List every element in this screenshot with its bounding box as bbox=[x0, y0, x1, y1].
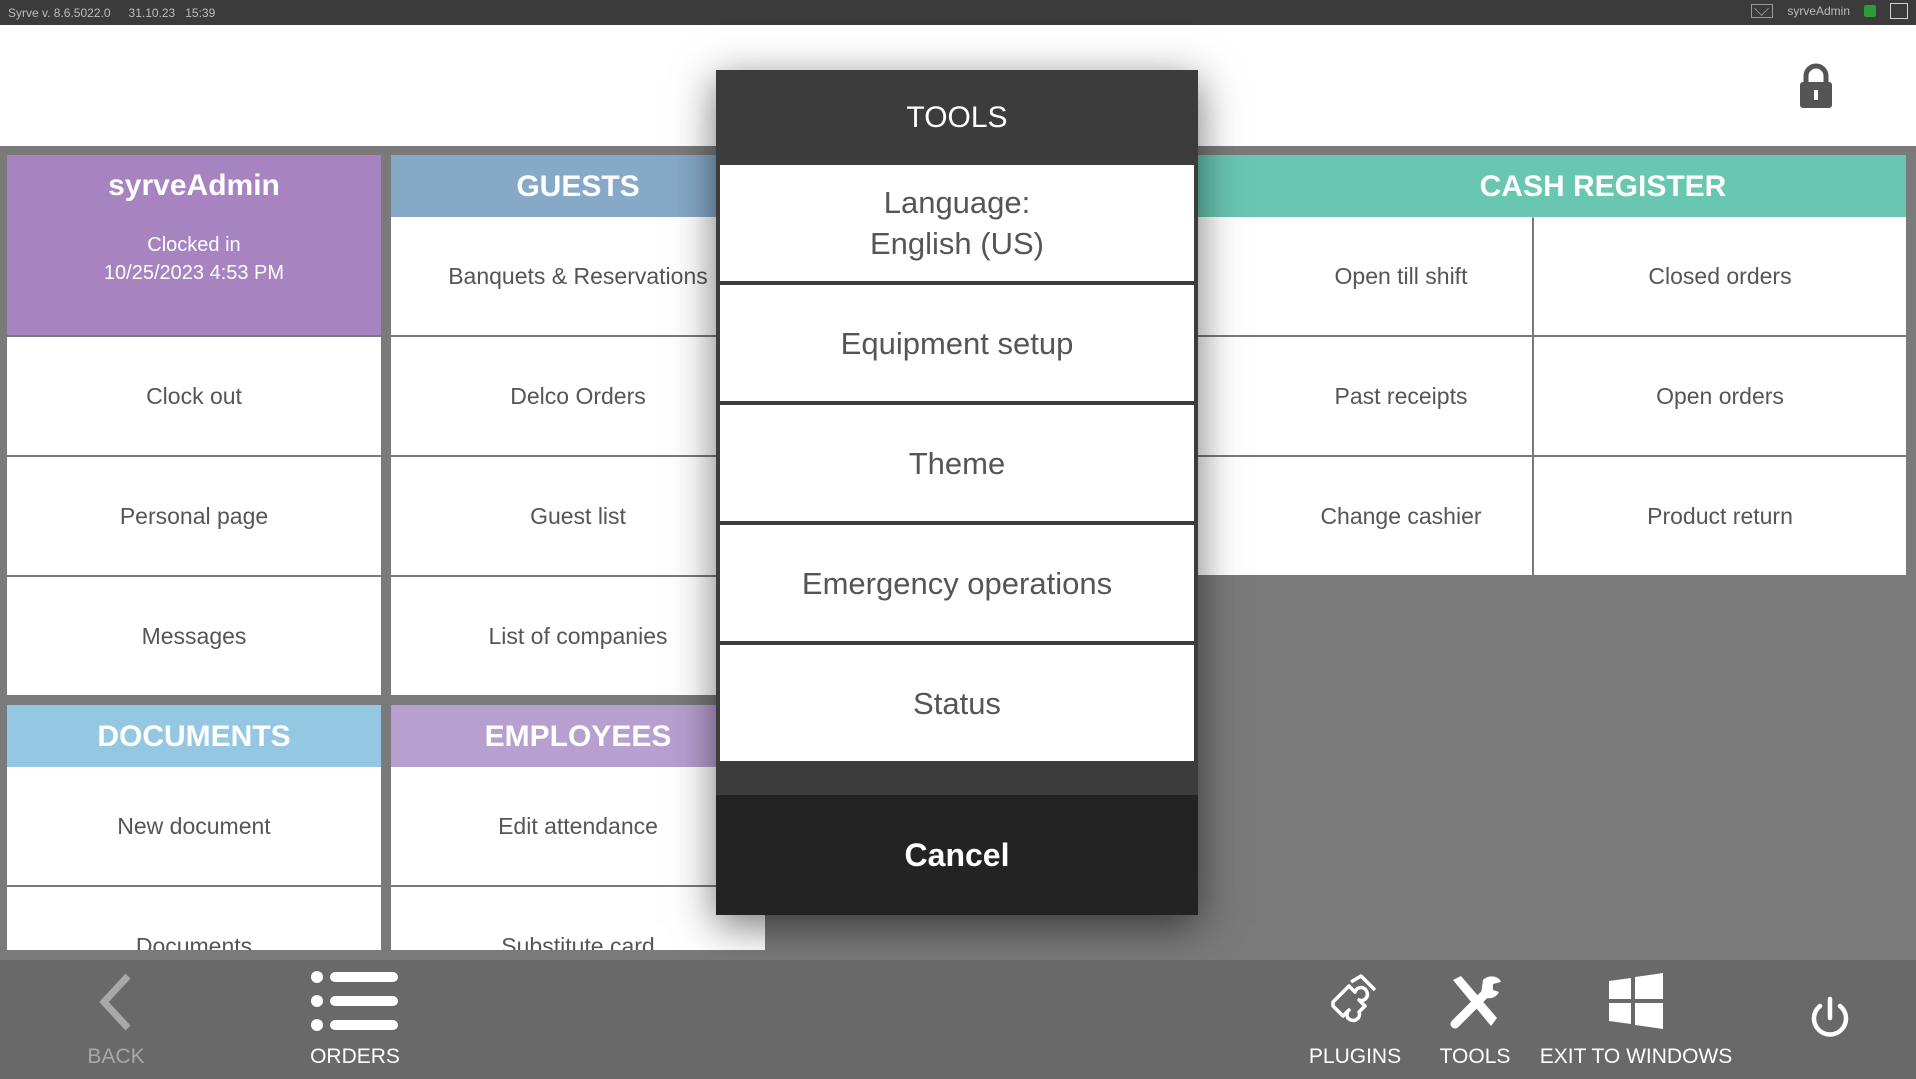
time-text: 15:39 bbox=[185, 6, 216, 20]
documents-header: DOCUMENTS bbox=[7, 705, 381, 768]
back-label: BACK bbox=[87, 1045, 145, 1068]
status-user: syrveAdmin bbox=[1787, 4, 1850, 18]
open-till-shift-button[interactable]: Open till shift bbox=[1160, 217, 1532, 335]
closed-orders-button[interactable]: Closed orders bbox=[1534, 217, 1906, 335]
cash-register-header: CASH REGISTER bbox=[1160, 155, 1906, 218]
clocked-in-time: 10/25/2023 4:53 PM bbox=[103, 262, 285, 284]
connection-status-icon bbox=[1864, 5, 1876, 17]
lock-icon[interactable] bbox=[1798, 63, 1834, 109]
list-of-companies-button[interactable]: List of companies bbox=[391, 577, 765, 695]
tools-label: TOOLS bbox=[1439, 1045, 1511, 1068]
clocked-in-label: Clocked in bbox=[147, 234, 241, 256]
equipment-setup-button[interactable]: Equipment setup bbox=[720, 285, 1194, 401]
orders-button[interactable]: ORDERS bbox=[300, 960, 410, 1079]
substitute-card-button[interactable]: Substitute card bbox=[391, 887, 765, 950]
windows-icon bbox=[1609, 973, 1663, 1029]
cancel-button[interactable]: Cancel bbox=[716, 795, 1198, 915]
version-text: Syrve v. 8.6.5022.0 bbox=[8, 6, 111, 20]
delco-orders-button[interactable]: Delco Orders bbox=[391, 337, 765, 455]
clock-out-button[interactable]: Clock out bbox=[7, 337, 381, 455]
bottom-toolbar: BACK ORDERS PLUGINS TOOLS EXIT TO WINDOW… bbox=[0, 960, 1916, 1079]
user-tile-header: syrveAdmin Clocked in 10/25/2023 4:53 PM bbox=[7, 155, 381, 335]
messages-button[interactable]: Messages bbox=[7, 577, 381, 695]
employees-header: EMPLOYEES bbox=[391, 705, 765, 768]
status-bar: Syrve v. 8.6.5022.0 31.10.23 15:39 syrve… bbox=[0, 0, 1916, 25]
tools-dialog: TOOLS Language: English (US) Equipment s… bbox=[716, 70, 1198, 915]
mail-icon[interactable] bbox=[1751, 4, 1774, 18]
language-value: English (US) bbox=[870, 226, 1044, 261]
documents-button[interactable]: Documents bbox=[7, 887, 381, 950]
exit-to-windows-button[interactable]: EXIT TO WINDOWS bbox=[1540, 960, 1732, 1079]
power-icon bbox=[1811, 996, 1849, 1037]
banquets-reservations-button[interactable]: Banquets & Reservations bbox=[391, 217, 765, 335]
emergency-operations-button[interactable]: Emergency operations bbox=[720, 525, 1194, 641]
orders-label: ORDERS bbox=[310, 1045, 400, 1068]
guest-list-button[interactable]: Guest list bbox=[391, 457, 765, 575]
open-orders-button[interactable]: Open orders bbox=[1534, 337, 1906, 455]
new-document-button[interactable]: New document bbox=[7, 767, 381, 885]
status-button[interactable]: Status bbox=[720, 645, 1194, 761]
exit-to-windows-label: EXIT TO WINDOWS bbox=[1539, 1045, 1733, 1068]
tools-dialog-title: TOOLS bbox=[906, 100, 1008, 134]
language-label: Language: bbox=[883, 185, 1031, 220]
tools-button[interactable]: TOOLS bbox=[1430, 960, 1520, 1079]
product-return-button[interactable]: Product return bbox=[1534, 457, 1906, 575]
date-text: 31.10.23 bbox=[128, 6, 176, 20]
power-button[interactable] bbox=[1800, 960, 1860, 1079]
edit-attendance-button[interactable]: Edit attendance bbox=[391, 767, 765, 885]
theme-button[interactable]: Theme bbox=[720, 405, 1194, 521]
chevron-left-icon bbox=[99, 973, 131, 1031]
window-icon[interactable] bbox=[1890, 3, 1908, 19]
plugins-label: PLUGINS bbox=[1308, 1045, 1402, 1068]
guests-header: GUESTS bbox=[391, 155, 765, 218]
language-button[interactable]: Language: English (US) bbox=[720, 165, 1194, 281]
puzzle-icon bbox=[1331, 974, 1377, 1023]
tools-icon bbox=[1450, 976, 1501, 1029]
personal-page-button[interactable]: Personal page bbox=[7, 457, 381, 575]
past-receipts-button[interactable]: Past receipts bbox=[1160, 337, 1532, 455]
back-button[interactable]: BACK bbox=[66, 960, 166, 1079]
plugins-button[interactable]: PLUGINS bbox=[1308, 960, 1402, 1079]
change-cashier-button[interactable]: Change cashier bbox=[1160, 457, 1532, 575]
list-icon bbox=[311, 971, 398, 1031]
user-name: syrveAdmin bbox=[108, 169, 280, 202]
